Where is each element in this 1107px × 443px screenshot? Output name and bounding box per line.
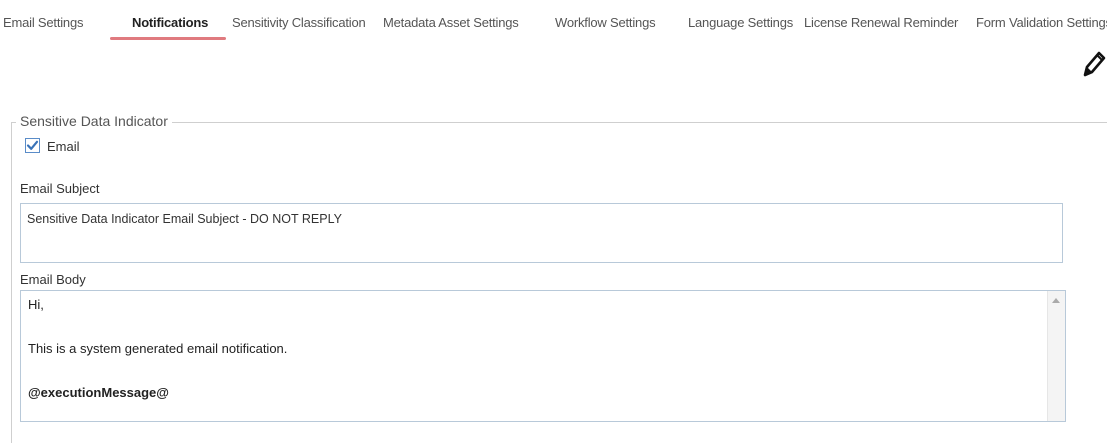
settings-tab-bar: Email Settings Notifications Sensitivity…	[0, 0, 1107, 42]
tab-sensitivity-classification[interactable]: Sensitivity Classification	[232, 15, 366, 30]
active-tab-indicator	[110, 37, 226, 40]
tab-notifications[interactable]: Notifications	[132, 15, 208, 30]
email-body-editor[interactable]: Hi, This is a system generated email not…	[20, 290, 1066, 422]
tab-workflow-settings[interactable]: Workflow Settings	[555, 15, 656, 30]
pencil-edit-icon[interactable]	[1080, 46, 1106, 80]
group-legend: Sensitive Data Indicator	[16, 113, 172, 129]
tab-metadata-asset-settings[interactable]: Metadata Asset Settings	[383, 15, 519, 30]
scroll-up-arrow-icon[interactable]	[1052, 298, 1060, 303]
body-line: Hi,	[28, 297, 44, 312]
body-line: @executionMessage@	[28, 385, 169, 400]
tab-license-renewal-reminder[interactable]: License Renewal Reminder	[804, 15, 958, 30]
email-checkbox[interactable]	[25, 138, 40, 153]
email-subject-label: Email Subject	[20, 181, 100, 196]
tab-email-settings[interactable]: Email Settings	[3, 15, 83, 30]
email-subject-value: Sensitive Data Indicator Email Subject -…	[27, 212, 342, 226]
email-body-label: Email Body	[20, 272, 86, 287]
checkmark-icon	[26, 140, 39, 150]
email-subject-input[interactable]: Sensitive Data Indicator Email Subject -…	[20, 203, 1063, 263]
tab-language-settings[interactable]: Language Settings	[688, 15, 793, 30]
body-scrollbar[interactable]	[1047, 291, 1065, 421]
tab-form-validation-settings[interactable]: Form Validation Settings	[976, 15, 1107, 30]
email-checkbox-label: Email	[47, 139, 80, 154]
body-line: This is a system generated email notific…	[28, 341, 288, 356]
